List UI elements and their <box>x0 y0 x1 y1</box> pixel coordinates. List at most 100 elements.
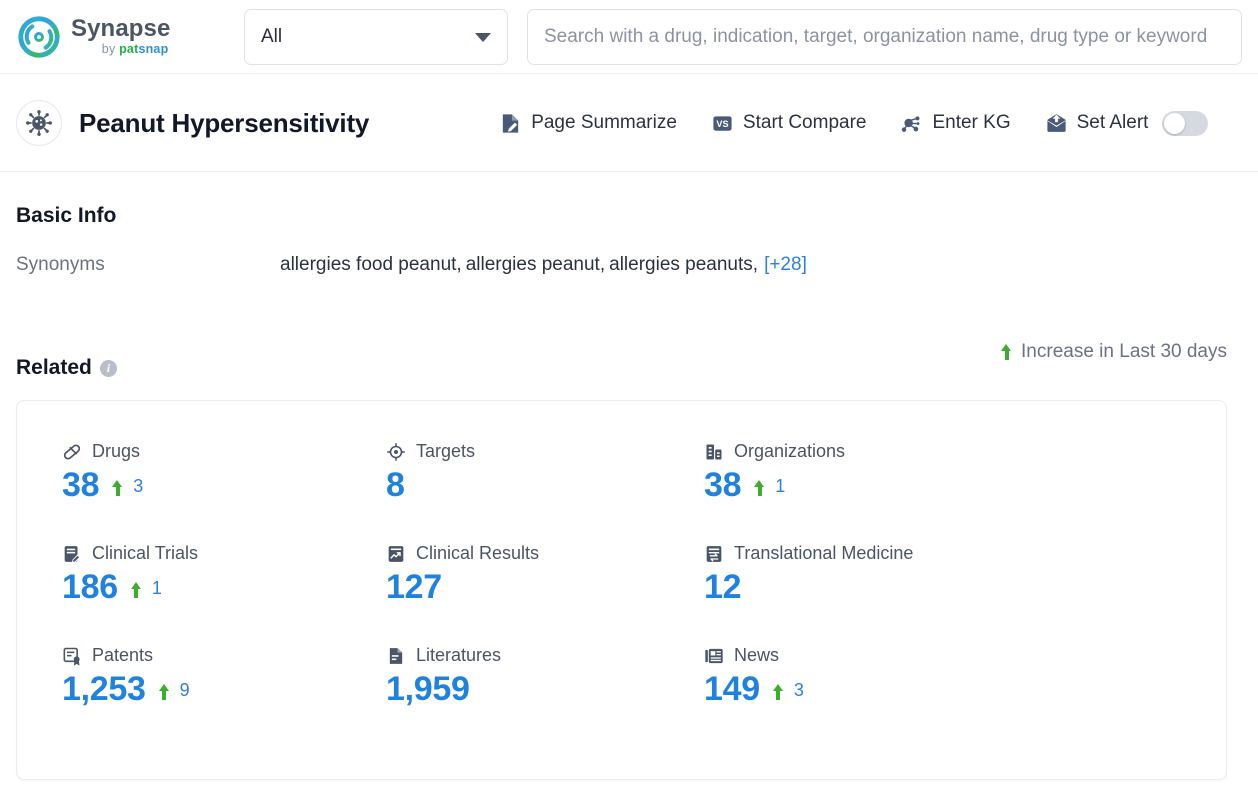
synapse-disease-page: Synapse by patsnap All Search with a dru… <box>0 0 1258 801</box>
brand-snap: snap <box>138 42 169 57</box>
page-title: Peanut Hypersensitivity <box>79 107 370 138</box>
stat-delta-value: 1 <box>775 476 786 496</box>
alert-envelope-icon <box>1045 112 1068 135</box>
stat-label: Literatures <box>416 645 502 665</box>
set-alert-label: Set Alert <box>1076 112 1149 133</box>
arrow-up-icon <box>772 684 784 700</box>
stat-header: Literatures <box>386 645 704 666</box>
stat-values: 186 1 <box>62 568 386 607</box>
page-summarize-button[interactable]: Page Summarize <box>499 112 677 135</box>
synonym-item: allergies peanut, <box>465 254 606 275</box>
arrow-up-icon <box>754 480 765 496</box>
search-scope-value: All <box>261 26 283 47</box>
virus-icon <box>16 100 62 146</box>
synonyms-values: allergies food peanut, allergies peanut, a… <box>280 254 807 276</box>
stat-label: Clinical Results <box>416 543 540 563</box>
synapse-circular-logo-icon <box>16 14 62 60</box>
related-heading-wrap: Related i <box>16 356 117 380</box>
synonym-item: allergies food peanut, <box>280 254 462 275</box>
patent-icon <box>62 646 82 666</box>
start-compare-button[interactable]: VS Start Compare <box>711 112 867 135</box>
stat-values: 1,959 <box>386 670 704 709</box>
increase-legend-label: Increase in Last 30 days <box>1021 341 1227 362</box>
building-icon <box>704 442 724 462</box>
stat-organizations[interactable]: Organizations 38 1 <box>704 441 1226 543</box>
basic-info-heading: Basic Info <box>16 204 117 227</box>
entity-title-bar: Peanut Hypersensitivity Page Summarize V… <box>0 75 1258 172</box>
stat-delta: 3 <box>772 680 804 701</box>
stat-values: 127 <box>386 568 704 607</box>
stat-drugs[interactable]: Drugs 38 3 <box>62 441 386 543</box>
stat-news[interactable]: News 149 3 <box>704 645 1226 747</box>
related-header: Related i Increase in Last 30 days <box>0 324 1258 380</box>
enter-kg-button[interactable]: Enter KG <box>900 112 1011 135</box>
stat-label: News <box>734 645 780 665</box>
brand-logo-block[interactable]: Synapse by patsnap <box>16 14 228 60</box>
stat-clinical-results[interactable]: Clinical Results 127 <box>386 543 704 645</box>
info-icon[interactable]: i <box>99 359 117 377</box>
search-input[interactable] <box>542 25 1227 49</box>
stat-values: 38 1 <box>704 466 1226 505</box>
toggle-knob <box>1164 112 1186 134</box>
synonyms-label: Synonyms <box>16 254 105 275</box>
stat-delta: 9 <box>158 680 190 701</box>
pill-icon <box>62 442 82 462</box>
stat-delta-value: 9 <box>179 680 190 700</box>
stat-value[interactable]: 12 <box>704 568 742 607</box>
stat-value[interactable]: 149 <box>704 670 760 709</box>
stat-value[interactable]: 186 <box>62 568 118 607</box>
stat-value[interactable]: 127 <box>386 568 442 607</box>
stat-header: News <box>704 645 1226 666</box>
search-box[interactable] <box>527 9 1242 65</box>
stat-delta: 1 <box>754 476 785 497</box>
clinical-results-icon <box>386 544 406 564</box>
brand-name: Synapse <box>71 15 171 43</box>
set-alert-button[interactable]: Set Alert <box>1045 110 1209 136</box>
stat-delta: 1 <box>130 578 162 599</box>
vs-badge-icon: VS <box>711 112 734 135</box>
news-icon <box>704 646 724 666</box>
stat-targets[interactable]: Targets 8 <box>386 441 704 543</box>
clinical-trial-icon <box>62 544 82 564</box>
stat-literatures[interactable]: Literatures 1,959 <box>386 645 704 747</box>
stat-value[interactable]: 8 <box>386 466 405 505</box>
stat-value[interactable]: 1,959 <box>386 670 470 709</box>
arrow-up-icon <box>130 582 142 598</box>
brand-pat: pat <box>119 42 139 57</box>
stat-value[interactable]: 1,253 <box>62 670 146 709</box>
related-heading: Related <box>16 356 92 379</box>
enter-kg-label: Enter KG <box>932 112 1011 133</box>
stat-clinical-trials[interactable]: Clinical Trials 186 1 <box>62 543 386 645</box>
chevron-down-icon <box>475 32 491 42</box>
brand-wordmark: Synapse by patsnap <box>71 17 170 56</box>
stat-label: Translational Medicine <box>734 543 914 563</box>
stat-header: Patents <box>62 645 386 666</box>
stat-delta-value: 1 <box>151 578 162 598</box>
brand-by: by <box>101 42 120 57</box>
page-summarize-label: Page Summarize <box>531 112 677 133</box>
synonyms-more-link[interactable]: [+28] <box>764 254 807 275</box>
start-compare-label: Start Compare <box>742 112 867 133</box>
stat-value[interactable]: 38 <box>704 466 742 505</box>
stat-header: Clinical Results <box>386 543 704 564</box>
arrow-up-icon <box>112 480 123 496</box>
stat-label: Organizations <box>734 441 846 461</box>
stat-delta-value: 3 <box>133 476 144 496</box>
stat-label: Drugs <box>92 441 141 461</box>
stat-translational-medicine[interactable]: Translational Medicine 12 <box>704 543 1226 645</box>
stat-label: Targets <box>416 441 476 461</box>
synonyms-row: Synonyms allergies food peanut, allergies… <box>0 254 1258 276</box>
set-alert-toggle[interactable] <box>1162 110 1209 136</box>
stat-values: 12 <box>704 568 1226 607</box>
stat-label: Clinical Trials <box>92 543 199 563</box>
stat-label: Patents <box>92 645 154 665</box>
arrow-up-icon <box>1001 344 1012 360</box>
stat-header: Drugs <box>62 441 386 462</box>
arrow-up-icon <box>158 684 170 700</box>
stat-patents[interactable]: Patents 1,253 9 <box>62 645 386 747</box>
literature-doc-icon <box>386 646 406 666</box>
stat-values: 1,253 9 <box>62 670 386 709</box>
increase-legend: Increase in Last 30 days <box>1001 341 1227 363</box>
stat-value[interactable]: 38 <box>62 466 100 505</box>
search-scope-select[interactable]: All <box>244 9 508 65</box>
